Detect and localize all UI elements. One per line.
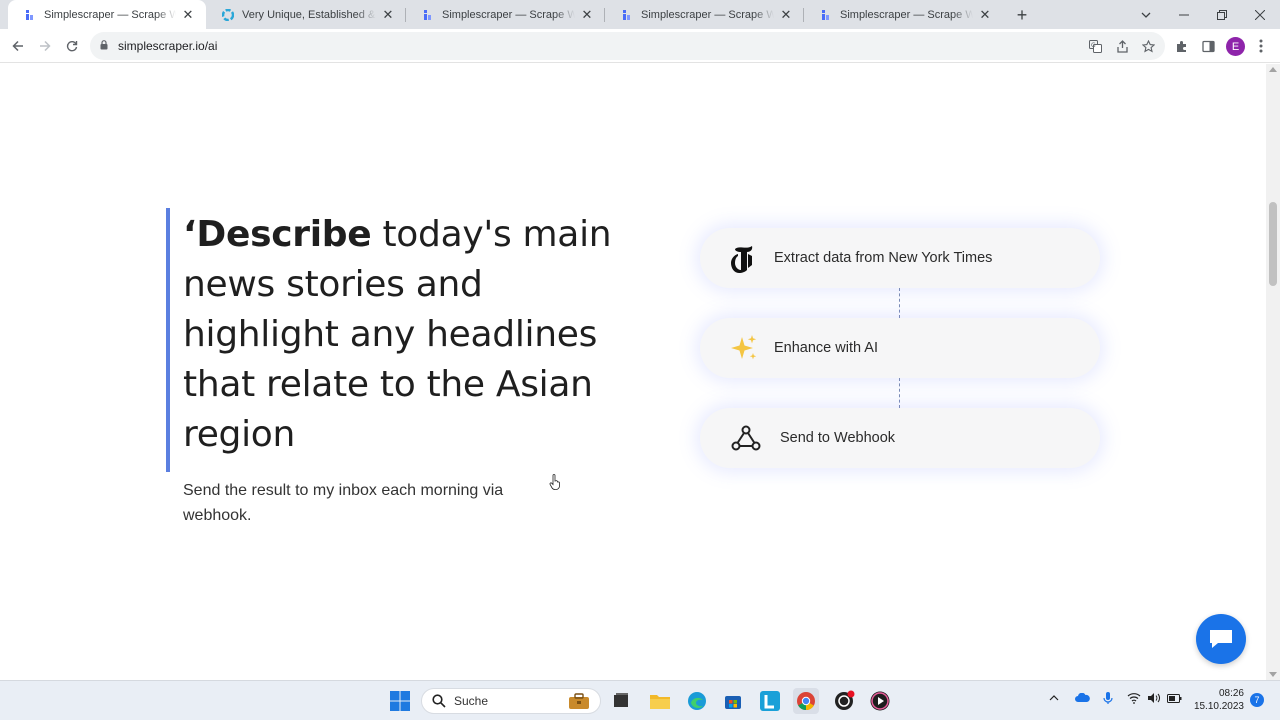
file-explorer-icon[interactable] — [647, 688, 673, 714]
scroll-up-arrow-icon[interactable] — [1269, 67, 1277, 72]
tab-title: Simplescraper — Scrape Website — [442, 8, 575, 21]
profile-avatar[interactable]: E — [1226, 37, 1245, 56]
chat-widget-button[interactable] — [1196, 614, 1246, 664]
step-connector — [899, 378, 900, 408]
briefcase-icon — [569, 693, 589, 709]
minimize-button[interactable] — [1165, 0, 1203, 29]
chrome-menu-icon[interactable] — [1250, 35, 1272, 57]
side-panel-icon[interactable] — [1197, 35, 1219, 57]
forward-arrow-icon[interactable] — [34, 35, 56, 57]
prompt-heading: ‘Describe today's main news stories and … — [183, 210, 646, 460]
windows-start-icon[interactable] — [387, 688, 413, 714]
close-tab-icon[interactable]: ✕ — [180, 7, 196, 23]
workflow-step-ai[interactable]: Enhance with AI — [700, 318, 1100, 378]
restore-button[interactable] — [1203, 0, 1241, 29]
step-label: Enhance with AI — [774, 340, 878, 356]
share-icon[interactable] — [1111, 35, 1133, 57]
workflow-step-webhook[interactable]: Send to Webhook — [700, 408, 1100, 468]
lock-icon — [100, 40, 108, 50]
search-placeholder: Suche — [454, 694, 489, 708]
hand-cursor-icon — [549, 474, 561, 495]
simplescraper-favicon — [26, 9, 33, 20]
battery-icon[interactable] — [1167, 694, 1182, 706]
back-arrow-icon[interactable] — [7, 35, 29, 57]
simplescraper-favicon — [822, 9, 829, 20]
chat-bubble-icon — [1210, 630, 1232, 648]
edge-icon[interactable] — [684, 688, 710, 714]
tab-3[interactable]: Simplescraper — Scrape Website ✕ — [406, 0, 605, 29]
tab-1[interactable]: Simplescraper — Scrape Website ✕ — [8, 0, 206, 29]
sparkles-icon — [728, 332, 760, 364]
prompt-bold-word: Describe — [196, 214, 372, 255]
new-tab-button[interactable]: + — [1012, 5, 1032, 25]
page-scrollbar[interactable] — [1266, 64, 1280, 680]
extensions-puzzle-icon[interactable] — [1170, 35, 1192, 57]
translate-icon[interactable]: G — [1084, 35, 1106, 57]
colorful-swirl-favicon — [222, 8, 234, 21]
microphone-icon[interactable] — [1103, 691, 1113, 708]
close-tab-icon[interactable]: ✕ — [778, 7, 794, 23]
windows-taskbar: Suche 08:26 15.10.2023 — [0, 680, 1280, 720]
step-connector — [899, 288, 900, 318]
tab-5[interactable]: Simplescraper — Scrape Website ✕ — [804, 0, 1003, 29]
simplescraper-favicon — [623, 9, 630, 20]
tab-strip: Simplescraper — Scrape Website ✕ Very Un… — [0, 0, 1280, 29]
app-l-icon[interactable] — [757, 688, 783, 714]
tab-2[interactable]: Very Unique, Established & Highly ✕ — [206, 0, 406, 29]
prompt-subtext: Send the result to my inbox each morning… — [183, 482, 504, 524]
onedrive-cloud-icon[interactable] — [1074, 692, 1090, 706]
address-bar[interactable]: simplescraper.io/ai — [90, 32, 1165, 60]
close-tab-icon[interactable]: ✕ — [977, 7, 993, 23]
scrollbar-thumb[interactable] — [1269, 202, 1277, 286]
tab-title: Simplescraper — Scrape Website — [44, 8, 176, 21]
volume-icon[interactable] — [1147, 692, 1161, 707]
notification-badge[interactable]: 7 — [1250, 693, 1264, 707]
workflow-step-extract[interactable]: Extract data from New York Times — [700, 228, 1100, 288]
scroll-down-arrow-icon[interactable] — [1269, 672, 1277, 677]
tab-title: Simplescraper — Scrape Website — [641, 8, 774, 21]
bookmark-star-icon[interactable] — [1137, 35, 1159, 57]
web-page: ‘Describe today's main news stories and … — [0, 64, 1266, 680]
wifi-icon[interactable] — [1127, 692, 1141, 707]
svg-text:G: G — [1091, 42, 1096, 49]
taskbar-search[interactable]: Suche — [421, 688, 601, 714]
media-player-icon[interactable] — [867, 688, 893, 714]
tab-4[interactable]: Simplescraper — Scrape Website ✕ — [605, 0, 804, 29]
clock-time: 08:26 — [1218, 688, 1244, 699]
simplescraper-favicon — [424, 9, 431, 20]
quote-open-mark: ‘ — [183, 214, 197, 255]
url-text: simplescraper.io/ai — [118, 39, 218, 53]
tab-search-chevron-icon[interactable] — [1127, 0, 1165, 29]
clock-date: 15.10.2023 — [1193, 701, 1244, 712]
step-label: Send to Webhook — [780, 430, 896, 446]
prompt-quote-block: ‘Describe today's main news stories and … — [166, 208, 646, 524]
step-label: Extract data from New York Times — [774, 250, 993, 266]
chrome-icon[interactable] — [793, 688, 819, 714]
close-tab-icon[interactable]: ✕ — [380, 7, 396, 23]
close-tab-icon[interactable]: ✕ — [579, 7, 595, 23]
reload-icon[interactable] — [61, 35, 83, 57]
system-clock[interactable]: 08:26 15.10.2023 — [1190, 687, 1244, 713]
tab-title: Simplescraper — Scrape Website — [840, 8, 973, 21]
nyt-logo-icon — [728, 242, 760, 274]
obs-icon[interactable] — [831, 688, 857, 714]
close-window-button[interactable] — [1241, 0, 1279, 29]
tray-expand-chevron-icon[interactable] — [1049, 692, 1059, 704]
task-view-icon[interactable] — [608, 688, 634, 714]
store-icon[interactable] — [720, 688, 746, 714]
search-icon — [432, 694, 446, 708]
tab-title: Very Unique, Established & Highly — [242, 8, 376, 21]
browser-toolbar: simplescraper.io/ai G — [0, 29, 1280, 63]
webhook-icon — [730, 422, 762, 454]
